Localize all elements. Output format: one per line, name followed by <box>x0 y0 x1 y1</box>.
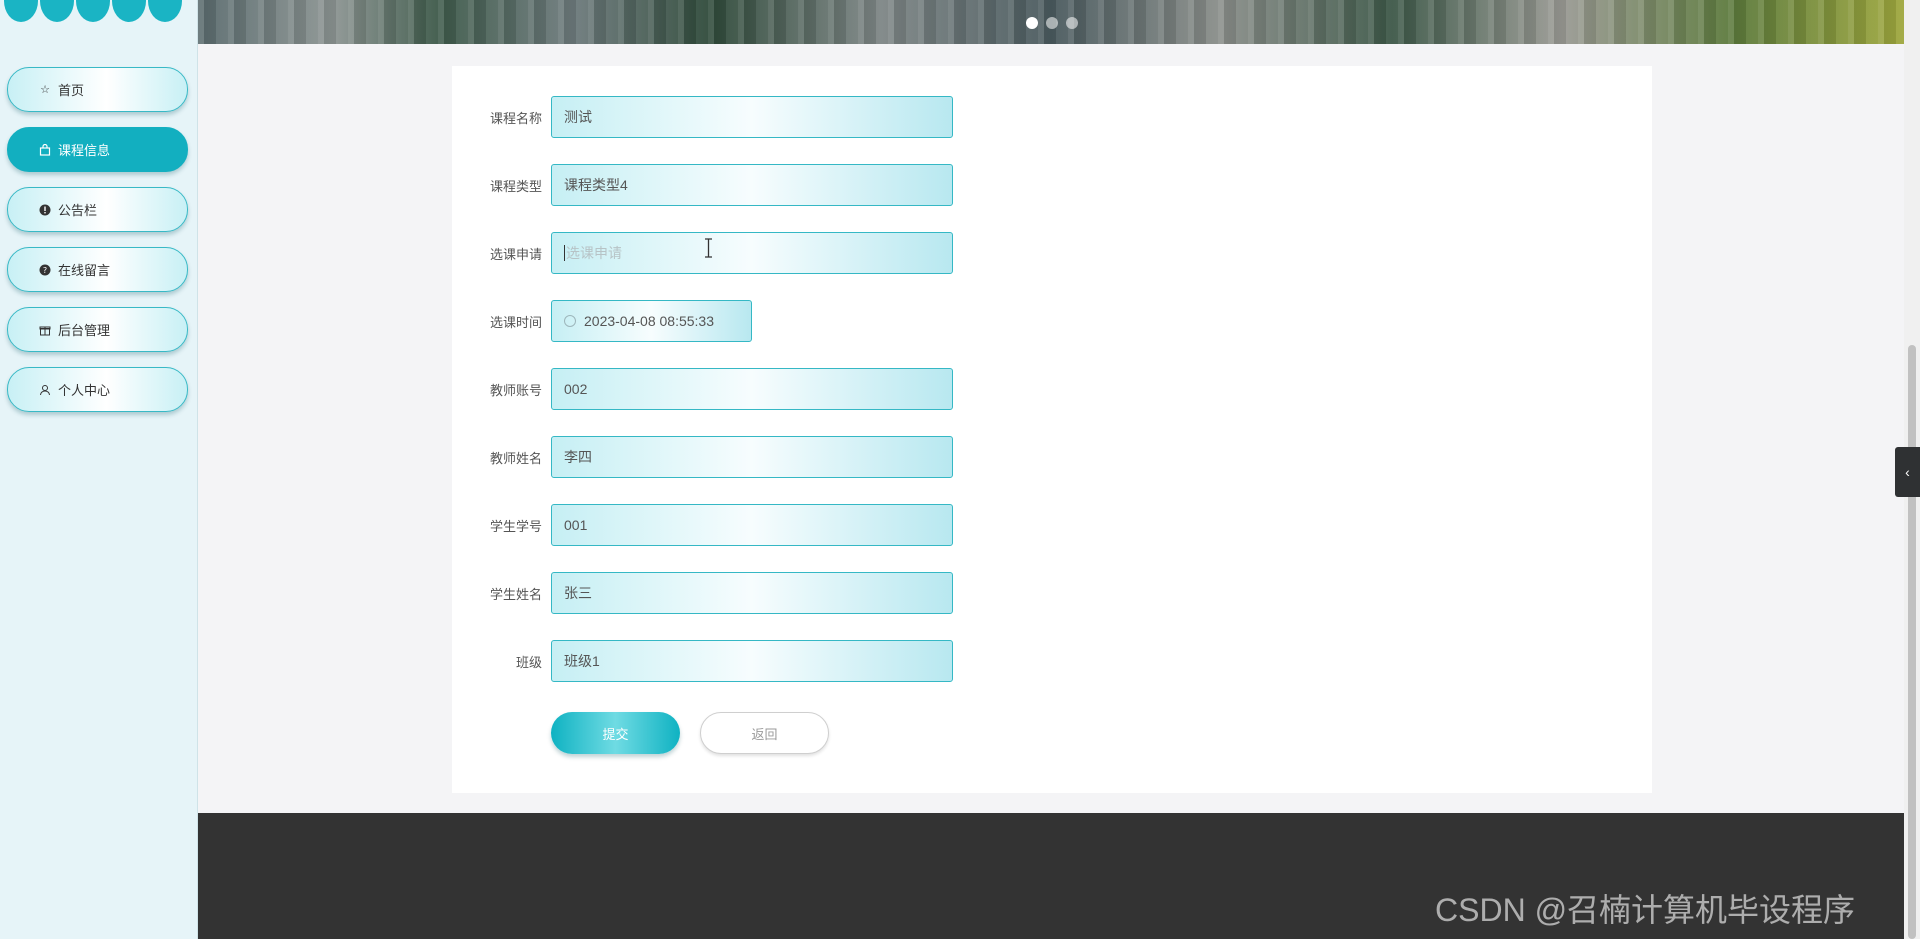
field-label: 教师账号 <box>489 382 542 398</box>
sidebar-item-profile[interactable]: 个人中心 <box>7 367 188 412</box>
student-id-input[interactable]: 001 <box>551 504 953 546</box>
sidebar-scallop-decoration <box>0 0 198 22</box>
course-form-card: 课程名称 测试 课程类型 课程类型4 选课申请 选课申请 选课时间 2023-0… <box>452 66 1652 793</box>
exclamation-icon <box>38 203 52 217</box>
question-icon: ? <box>38 263 52 277</box>
field-label: 选课申请 <box>489 246 542 262</box>
sidebar-item-course-info[interactable]: 课程信息 <box>7 127 188 172</box>
form-row-teacher-name: 教师姓名 李四 <box>452 436 953 478</box>
sidebar-item-home[interactable]: ☆ 首页 <box>7 67 188 112</box>
carousel-dot[interactable] <box>1026 17 1038 29</box>
text-cursor-icon <box>705 238 712 258</box>
scallop-shape <box>148 0 182 22</box>
watermark: CSDN @召楠计算机毕设程序 <box>1435 892 1856 928</box>
bag-icon <box>38 143 52 157</box>
field-label: 班级 <box>515 654 542 670</box>
sidebar-nav: ☆ 首页 课程信息 公告栏 ? 在线留言 后台管理 个人中心 <box>7 67 188 427</box>
field-value: 002 <box>564 381 588 397</box>
sidebar: ☆ 首页 课程信息 公告栏 ? 在线留言 后台管理 个人中心 <box>0 0 198 939</box>
carousel-dots <box>1026 17 1078 29</box>
course-type-input[interactable]: 课程类型4 <box>551 164 953 206</box>
field-label: 课程类型 <box>489 178 542 194</box>
field-label: 学生姓名 <box>489 586 542 602</box>
sidebar-item-admin[interactable]: 后台管理 <box>7 307 188 352</box>
banner-carousel <box>198 0 1904 44</box>
field-label: 教师姓名 <box>489 450 542 466</box>
form-actions: 提交 返回 <box>551 712 829 754</box>
scallop-shape <box>112 0 146 22</box>
select-time-picker[interactable]: 2023-04-08 08:55:33 <box>551 300 752 342</box>
field-placeholder: 选课申请 <box>566 245 622 261</box>
sidebar-item-notice-board[interactable]: 公告栏 <box>7 187 188 232</box>
field-label: 课程名称 <box>489 110 542 126</box>
user-icon <box>38 383 52 397</box>
field-value: 张三 <box>564 585 592 601</box>
teacher-name-input[interactable]: 李四 <box>551 436 953 478</box>
form-row-application: 选课申请 选课申请 <box>452 232 953 274</box>
sidebar-item-online-message[interactable]: ? 在线留言 <box>7 247 188 292</box>
scrollbar-thumb[interactable] <box>1908 345 1916 939</box>
svg-text:?: ? <box>43 266 47 275</box>
scallop-shape <box>76 0 110 22</box>
field-label: 选课时间 <box>489 314 542 330</box>
form-row-student-id: 学生学号 001 <box>452 504 953 546</box>
submit-button[interactable]: 提交 <box>551 712 680 754</box>
field-value: 2023-04-08 08:55:33 <box>584 313 714 329</box>
sidebar-item-label: 课程信息 <box>58 143 111 158</box>
sidebar-item-label: 个人中心 <box>58 383 111 398</box>
field-label: 学生学号 <box>489 518 542 534</box>
application-input[interactable]: 选课申请 <box>551 232 953 274</box>
carousel-dot[interactable] <box>1066 17 1078 29</box>
field-value: 课程类型4 <box>564 177 628 193</box>
sidebar-item-label: 在线留言 <box>58 263 111 278</box>
sidebar-item-label: 首页 <box>58 83 85 98</box>
gift-icon <box>38 323 52 337</box>
teacher-account-input[interactable]: 002 <box>551 368 953 410</box>
clock-icon <box>564 315 576 327</box>
carousel-dot[interactable] <box>1046 17 1058 29</box>
side-panel-toggle[interactable]: ‹ <box>1895 447 1920 497</box>
field-value: 测试 <box>564 109 592 125</box>
form-row-course-name: 课程名称 测试 <box>452 96 953 138</box>
course-name-input[interactable]: 测试 <box>551 96 953 138</box>
sidebar-item-label: 后台管理 <box>58 323 111 338</box>
form-row-course-type: 课程类型 课程类型4 <box>452 164 953 206</box>
field-value: 001 <box>564 517 588 533</box>
form-row-student-name: 学生姓名 张三 <box>452 572 953 614</box>
student-name-input[interactable]: 张三 <box>551 572 953 614</box>
field-value: 班级1 <box>564 653 600 669</box>
star-icon: ☆ <box>40 84 50 96</box>
form-row-teacher-account: 教师账号 002 <box>452 368 953 410</box>
form-row-select-time: 选课时间 2023-04-08 08:55:33 <box>452 300 752 342</box>
text-caret <box>564 245 565 261</box>
form-row-class: 班级 班级1 <box>452 640 953 682</box>
chevron-left-icon: ‹ <box>1905 464 1910 480</box>
scallop-shape <box>4 0 38 22</box>
sidebar-item-label: 公告栏 <box>58 203 98 218</box>
class-input[interactable]: 班级1 <box>551 640 953 682</box>
field-value: 李四 <box>564 449 592 465</box>
scallop-shape <box>40 0 74 22</box>
back-button[interactable]: 返回 <box>700 712 829 754</box>
